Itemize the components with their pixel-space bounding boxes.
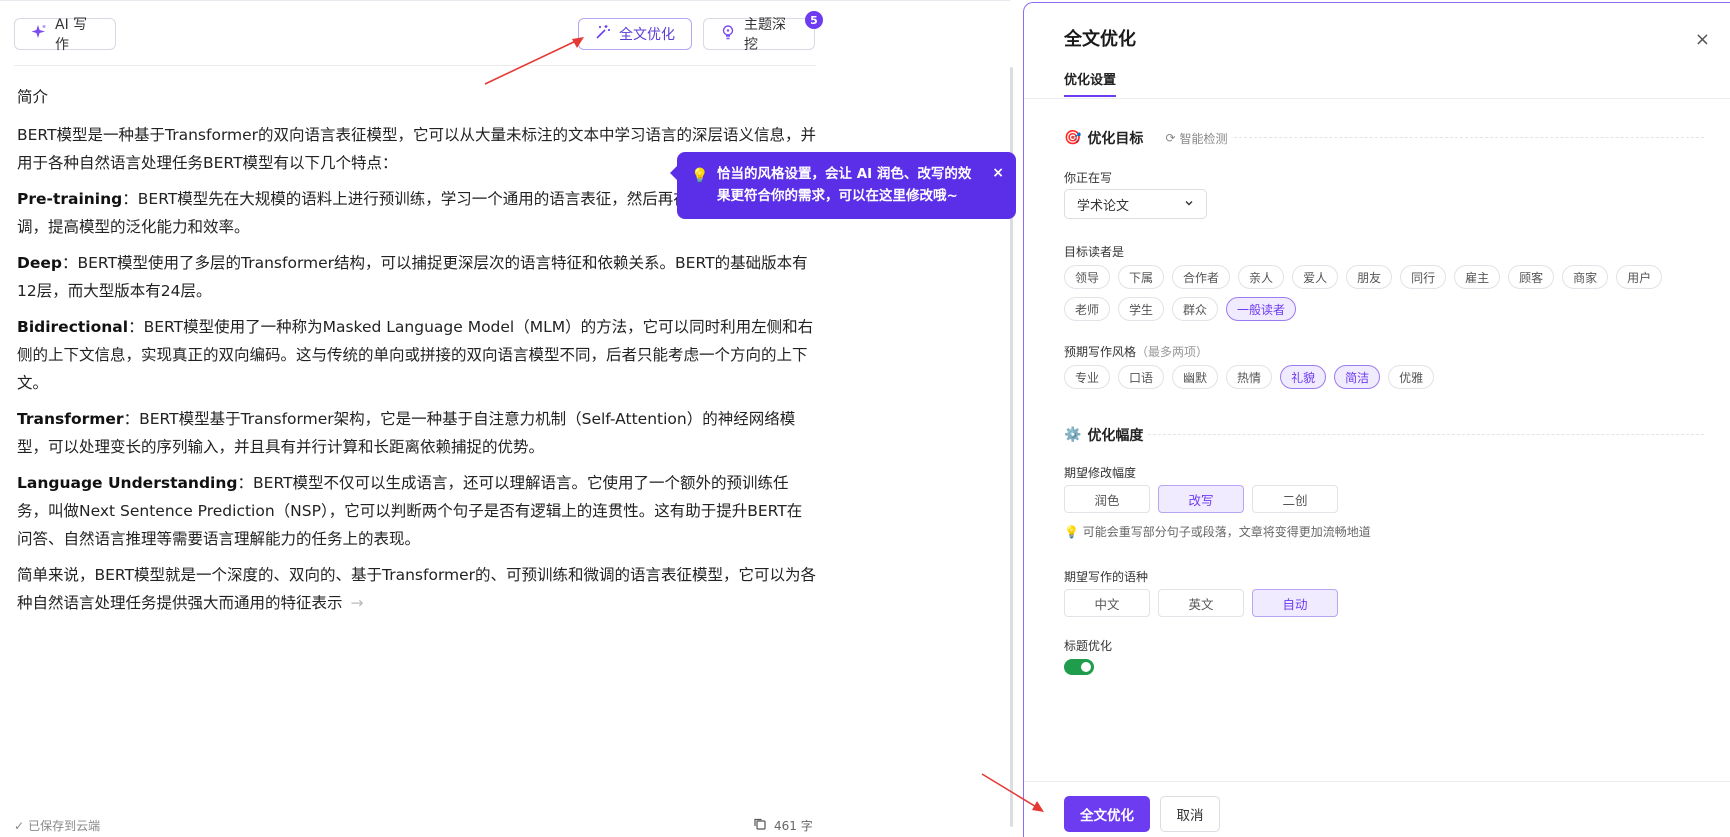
article-item: Transformer：BERT模型基于Transformer架构，它是一种基于…	[17, 410, 796, 456]
title-opt-toggle[interactable]	[1064, 659, 1094, 675]
editor: AI 写作 全文优化 主题深挖 5 简介 BERT模型是一种基于Transfor…	[0, 0, 1013, 837]
audience-options: 领导 下属 合作者 亲人 爱人 朋友 同行 雇主 顾客 商家 用户老师 学生 群众 一般读者	[1064, 265, 1704, 321]
audience-chip[interactable]: 亲人	[1238, 265, 1285, 289]
tip-close-button[interactable]: ×	[992, 162, 1004, 184]
ai-write-label: AI 写作	[55, 17, 88, 53]
style-chip[interactable]: 优雅	[1388, 365, 1435, 389]
lang-option[interactable]: 自动	[1252, 589, 1338, 617]
range-section-title: ⚙️ 优化幅度	[1064, 427, 1144, 444]
genre-select[interactable]: 学术论文	[1064, 189, 1207, 219]
topic-dig-label: 主题深挖	[744, 17, 786, 53]
optimize-panel: 全文优化 × 优化设置 🎯 优化目标 ⟳ 智能检测 你正在写 学术论文 目标读者…	[1023, 2, 1730, 837]
style-tip-popover: 💡 恰当的风格设置，会让 AI 润色、改写的效果更符合你的需求，可以在这里修改哦…	[670, 152, 1016, 219]
article-summary: 简单来说，BERT模型就是一个深度的、双向的、基于Transformer的、可预…	[17, 566, 817, 612]
style-options: 专业 口语 幽默 热情 礼貌 简洁 优雅	[1064, 365, 1704, 389]
lang-option[interactable]: 中文	[1064, 589, 1150, 617]
range-label: 期望修改幅度	[1064, 466, 1137, 480]
word-count: 461 字	[754, 817, 813, 834]
target-icon: 🎯	[1064, 130, 1082, 146]
audience-chip[interactable]: 合作者	[1172, 265, 1231, 289]
panel-title: 全文优化	[1064, 29, 1136, 50]
bulb-icon	[720, 24, 736, 44]
lightbulb-icon: 💡	[1064, 525, 1079, 539]
audience-chip[interactable]: 下属	[1118, 265, 1165, 289]
topic-count-badge: 5	[805, 11, 823, 29]
style-chip[interactable]: 简洁	[1334, 365, 1381, 389]
audience-chip[interactable]: 群众	[1172, 297, 1219, 321]
range-options: 润色 改写 二创	[1064, 485, 1338, 513]
audience-chip[interactable]: 老师	[1064, 297, 1111, 321]
style-chip[interactable]: 口语	[1118, 365, 1165, 389]
smart-detect-button[interactable]: ⟳ 智能检测	[1165, 130, 1227, 147]
audience-chip[interactable]: 爱人	[1292, 265, 1339, 289]
topic-dig-button[interactable]: 主题深挖 5	[703, 11, 823, 53]
save-status: ✓ 已保存到云端	[14, 818, 101, 834]
range-option[interactable]: 改写	[1158, 485, 1244, 513]
goal-section-title: 🎯 优化目标 ⟳ 智能检测	[1064, 130, 1228, 147]
style-label: 预期写作风格（最多两项）	[1064, 345, 1209, 359]
audience-chip[interactable]: 领导	[1064, 265, 1111, 289]
audience-chip[interactable]: 商家	[1562, 265, 1609, 289]
style-chip[interactable]: 专业	[1064, 365, 1111, 389]
arrow-right-icon: →	[350, 594, 364, 612]
optimize-all-button[interactable]: 全文优化	[578, 18, 692, 50]
range-option[interactable]: 润色	[1064, 485, 1150, 513]
copy-icon	[754, 818, 766, 833]
section-divider	[1234, 137, 1704, 138]
article-item: Language Understanding：BERT模型不仅可以生成语言，还可…	[17, 474, 803, 548]
gear-icon: ⚙️	[1064, 427, 1082, 443]
title-opt-label: 标题优化	[1064, 639, 1113, 653]
magic-wand-icon	[595, 24, 611, 44]
lang-option[interactable]: 英文	[1158, 589, 1244, 617]
close-icon[interactable]: ×	[1695, 29, 1710, 50]
tab-optimize-settings[interactable]: 优化设置	[1064, 69, 1117, 97]
audience-label: 目标读者是	[1064, 245, 1125, 259]
lightbulb-icon: 💡	[691, 168, 709, 184]
article-item: Bidirectional：BERT模型使用了一种称为Masked Langua…	[17, 318, 814, 392]
toolbar-divider	[14, 65, 816, 66]
check-icon: ✓	[14, 818, 25, 833]
refresh-icon: ⟳	[1165, 131, 1176, 145]
audience-chip[interactable]: 朋友	[1346, 265, 1393, 289]
range-option[interactable]: 二创	[1252, 485, 1338, 513]
ai-write-button[interactable]: AI 写作	[14, 17, 116, 53]
audience-chip[interactable]: 一般读者	[1226, 297, 1297, 321]
lang-options: 中文 英文 自动	[1064, 589, 1338, 617]
optimize-submit-button[interactable]: 全文优化	[1064, 796, 1150, 832]
style-chip[interactable]: 热情	[1226, 365, 1273, 389]
audience-chip[interactable]: 用户	[1616, 265, 1663, 289]
lang-label: 期望写作的语种	[1064, 570, 1149, 584]
tab-divider	[1024, 98, 1730, 99]
audience-chip[interactable]: 学生	[1118, 297, 1165, 321]
sparkle-icon	[31, 24, 47, 44]
optimize-all-label: 全文优化	[619, 27, 675, 43]
genre-label: 你正在写	[1064, 171, 1113, 185]
audience-chip[interactable]: 同行	[1400, 265, 1447, 289]
chevron-down-icon	[1184, 197, 1194, 212]
audience-chip[interactable]: 雇主	[1454, 265, 1501, 289]
style-chip[interactable]: 幽默	[1172, 365, 1219, 389]
cancel-button[interactable]: 取消	[1160, 796, 1220, 832]
audience-chip[interactable]: 顾客	[1508, 265, 1555, 289]
footer-divider	[1024, 781, 1730, 782]
range-hint: 💡 可能会重写部分句子或段落，文章将变得更加流畅地道	[1064, 525, 1371, 539]
section-divider	[1148, 434, 1704, 435]
style-chip[interactable]: 礼貌	[1280, 365, 1327, 389]
article-heading: 简介	[17, 88, 49, 106]
article-item: Deep：BERT模型使用了多层的Transformer结构，可以捕捉更深层次的…	[17, 254, 808, 300]
